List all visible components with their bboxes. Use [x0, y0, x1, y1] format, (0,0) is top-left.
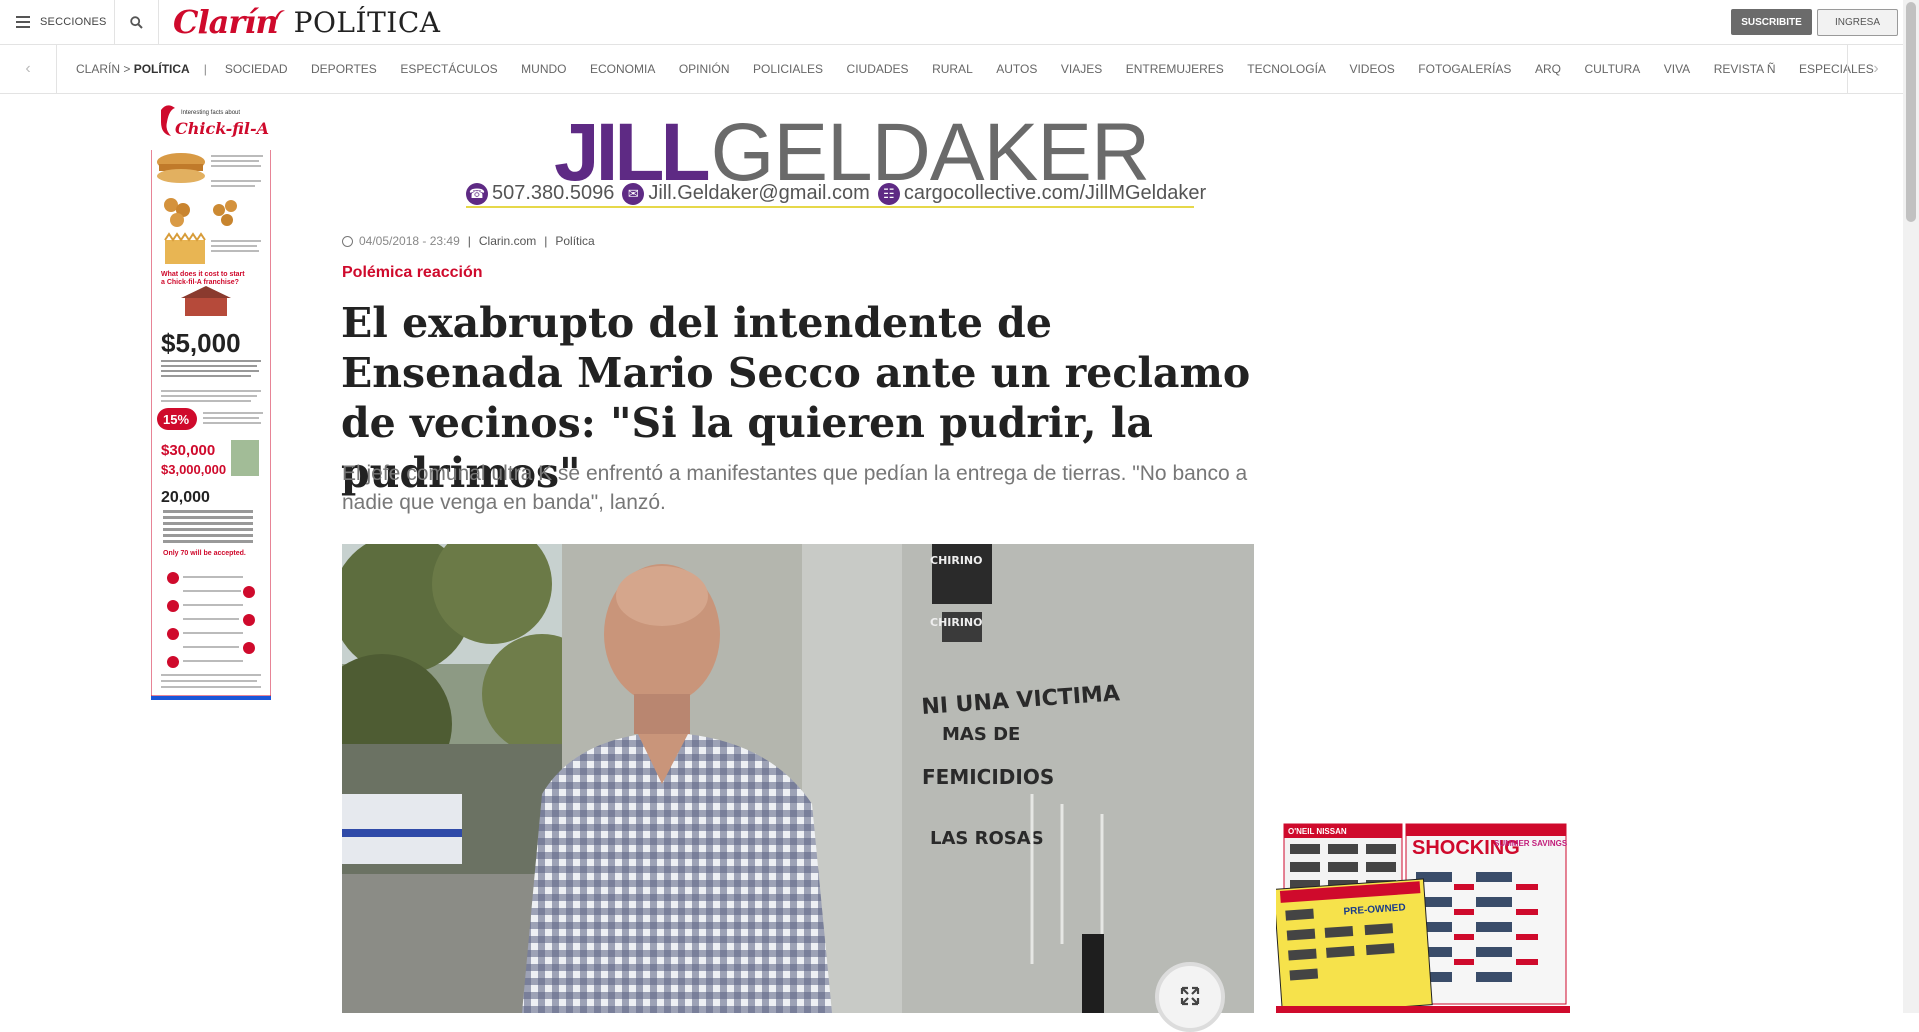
nav-item-economia[interactable]: ECONOMIA [590, 62, 655, 76]
banner-site: ☷ cargocollective.com/JillMGeldaker [877, 182, 1207, 205]
banner-email: ✉ Jill.Geldaker@gmail.com [622, 182, 870, 205]
svg-text:a Chick-fil-A franchise?: a Chick-fil-A franchise? [161, 279, 239, 286]
breadcrumb-current[interactable]: POLÍTICA [134, 62, 190, 76]
nav-item-ciudades[interactable]: CIUDADES [847, 62, 909, 76]
nav-item-mundo[interactable]: MUNDO [521, 62, 566, 76]
nav-item-cultura[interactable]: CULTURA [1584, 62, 1640, 76]
nav-item-deportes[interactable]: DEPORTES [311, 62, 377, 76]
ad-amount-1: $30,000 [161, 442, 215, 459]
meta-separator: | [544, 234, 548, 248]
phone-icon: ☎ [466, 182, 488, 205]
nav-next-button[interactable]: › [1847, 45, 1904, 93]
article-category[interactable]: Política [555, 234, 594, 248]
banner-phone-text: 507.380.5096 [492, 182, 615, 204]
search-button[interactable] [115, 0, 159, 44]
wall-text-5: LAS ROSAS [930, 828, 1044, 849]
ad-bottom-bar [151, 696, 271, 700]
nav-item-tecnologia[interactable]: TECNOLOGÍA [1247, 62, 1326, 76]
nav-item-videos[interactable]: VIDEOS [1349, 62, 1394, 76]
ad-intro: Interesting facts about [181, 110, 240, 116]
article-meta: 04/05/2018 - 23:49 | Clarin.com | Políti… [342, 234, 595, 248]
nav-item-policiales[interactable]: POLICIALES [753, 62, 823, 76]
nav-item-sociedad[interactable]: SOCIEDAD [225, 62, 288, 76]
nav-item-opinion[interactable]: OPINIÓN [679, 62, 730, 76]
hamburger-icon [16, 13, 30, 31]
wall-text-3: MAS DE [942, 724, 1020, 745]
expand-icon [1180, 986, 1200, 1006]
nav-item-entremujeres[interactable]: ENTREMUJERES [1126, 62, 1224, 76]
article-summary: El jefe comunal ultra K se enfrentó a ma… [342, 462, 1248, 514]
chick-fil-a-ad-graphic: Interesting facts about Chick-fil-A What… [151, 100, 271, 697]
nav-separator: | [203, 62, 207, 76]
svg-text:CHIRINO: CHIRINO [930, 616, 983, 629]
top-header: SECCIONES Clarín POLÍTICA SUSCRIBITE ING… [0, 0, 1903, 45]
banner-contacts: ☎ 507.380.5096 ✉ Jill.Geldaker@gmail.com… [466, 182, 1206, 208]
sections-menu-label: SECCIONES [40, 16, 107, 28]
banner-email-text: Jill.Geldaker@gmail.com [648, 182, 870, 204]
article-kicker: Polémica reacción [342, 264, 483, 281]
mail-icon: ✉ [622, 182, 645, 205]
login-button[interactable]: INGRESA [1817, 9, 1898, 36]
nav-item-rural[interactable]: RURAL [932, 62, 973, 76]
ad-brand: Chick-fil-A [175, 119, 269, 138]
banner-ad[interactable]: JILLGELDAKER ☎ 507.380.5096 ✉ Jill.Gelda… [460, 110, 1206, 210]
breadcrumb: CLARÍN > POLÍTICA [76, 62, 190, 76]
nav-item-fotogalerias[interactable]: FOTOGALERÍAS [1418, 62, 1511, 76]
wall-text-4: FEMICIDIOS [922, 765, 1054, 789]
meta-separator: | [467, 234, 471, 248]
chevron-left-icon: ‹ [25, 60, 31, 77]
wall-text-1: CHIRINO [930, 554, 983, 567]
article-source[interactable]: Clarin.com [479, 234, 536, 248]
section-nav: ‹ CLARÍN > POLÍTICA | SOCIEDAD DEPORTES … [0, 45, 1903, 94]
nav-items: CLARÍN > POLÍTICA | SOCIEDAD DEPORTES ES… [76, 45, 1897, 93]
ad-amount-2: $3,000,000 [161, 462, 226, 477]
scrollbar-thumb[interactable] [1906, 2, 1916, 222]
left-skyscraper-ad[interactable]: Interesting facts about Chick-fil-A What… [151, 100, 271, 700]
nav-item-arq[interactable]: ARQ [1535, 62, 1561, 76]
logo-swoosh-icon [274, 10, 285, 20]
right-ad-brand: O'NEIL NISSAN [1288, 827, 1347, 836]
svg-text:What does it cost to start: What does it cost to start [161, 271, 245, 278]
nav-item-autos[interactable]: AUTOS [996, 62, 1037, 76]
banner-site-text: cargocollective.com/JillMGeldaker [903, 182, 1207, 204]
expand-photo-button[interactable] [1155, 962, 1225, 1032]
nav-item-espectaculos[interactable]: ESPECTÁCULOS [400, 62, 497, 76]
ad-accepted: Only 70 will be accepted. [163, 550, 246, 557]
article-photo[interactable]: CHIRINO CHIRINO NI UNA VICTIMA MAS DE FE… [342, 544, 1254, 1013]
article-date: 04/05/2018 - 23:49 [359, 234, 460, 248]
sections-menu-button[interactable]: SECCIONES [0, 0, 115, 44]
ad-percent: 15% [163, 412, 189, 427]
web-icon: ☷ [877, 182, 900, 205]
banner-phone: ☎ 507.380.5096 [466, 182, 614, 205]
search-icon [130, 15, 143, 29]
ad-applicants: 20,000 [161, 489, 210, 506]
photo-illustration: CHIRINO CHIRINO NI UNA VICTIMA MAS DE FE… [342, 544, 1254, 1013]
clock-icon [342, 235, 353, 247]
right-ad[interactable]: O'NEIL NISSAN SHOCKING SUMMER SAVINGS PR… [1276, 822, 1570, 1013]
section-title: POLÍTICA [293, 5, 441, 39]
ad-cost: $5,000 [161, 328, 241, 358]
chevron-right-icon: › [1873, 60, 1879, 77]
nav-prev-button[interactable]: ‹ [0, 45, 57, 93]
nav-item-revista-n[interactable]: REVISTA Ñ [1714, 62, 1776, 76]
nav-item-viajes[interactable]: VIAJES [1061, 62, 1102, 76]
right-ad-subhead: SUMMER SAVINGS [1494, 839, 1568, 848]
nav-item-viva[interactable]: VIVA [1664, 62, 1690, 76]
site-logo[interactable]: Clarín POLÍTICA [173, 2, 440, 42]
brand-name: Clarín [173, 3, 279, 41]
breadcrumb-home[interactable]: CLARÍN > [76, 62, 130, 76]
nissan-ad-graphic: O'NEIL NISSAN SHOCKING SUMMER SAVINGS PR… [1276, 822, 1570, 1013]
subscribe-button[interactable]: SUSCRIBITE [1731, 9, 1812, 35]
